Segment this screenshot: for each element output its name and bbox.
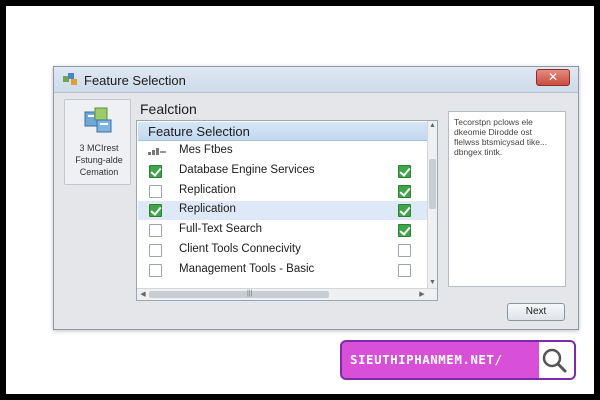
feature-label: Management Tools - Basic	[179, 263, 315, 275]
scroll-right-icon[interactable]: ▶	[417, 289, 427, 300]
vertical-scrollbar[interactable]: ▲ ▼	[427, 121, 437, 288]
feature-status-checkbox[interactable]	[398, 244, 411, 257]
small-bars-icon	[148, 148, 166, 155]
server-setup-icon	[84, 107, 112, 133]
feature-status-checkbox[interactable]	[398, 264, 411, 277]
list-item[interactable]: Replication	[138, 182, 428, 201]
close-button[interactable]: ✕	[536, 69, 570, 86]
watermark-text: SIEUTHIPHANMEM.NET/	[350, 352, 503, 367]
list-item[interactable]: Management Tools - Basic	[138, 261, 428, 280]
feature-checkbox[interactable]	[149, 165, 162, 178]
feature-checkbox[interactable]	[149, 264, 162, 277]
panel-caption: 3 MCIrest Fstung-alde Cemation	[75, 143, 123, 177]
feature-label: Database Engine Services	[179, 164, 315, 176]
sql-server-panel: 3 MCIrest Fstung-alde Cemation	[64, 99, 131, 185]
list-item[interactable]: Database Engine Services	[138, 162, 428, 181]
feature-status-checkbox[interactable]	[398, 165, 411, 178]
feature-label: Replication	[179, 203, 236, 215]
scroll-up-icon[interactable]: ▲	[428, 121, 437, 131]
feature-checkbox[interactable]	[149, 185, 162, 198]
scrollbar-thumb[interactable]	[149, 291, 329, 298]
feature-description: Tecorstpn pclows ele dkeomie Dirodde ost…	[454, 117, 548, 157]
section-title: Fealction	[140, 101, 197, 117]
feature-checkbox[interactable]	[149, 204, 162, 217]
scrollbar-thumb[interactable]	[429, 159, 436, 209]
feature-selection-dialog: Feature Selection ✕ 3 MCIrest Fstung-ald…	[53, 66, 579, 330]
feature-status-checkbox[interactable]	[398, 185, 411, 198]
feature-checkbox[interactable]	[149, 224, 162, 237]
feature-label: Full-Text Search	[179, 223, 263, 235]
feature-label: Mes Ftbes	[179, 144, 233, 156]
description-panel: Tecorstpn pclows ele dkeomie Dirodde ost…	[448, 111, 566, 287]
scroll-down-icon[interactable]: ▼	[428, 278, 437, 288]
feature-label: Replication	[179, 184, 236, 196]
feature-status-checkbox[interactable]	[398, 224, 411, 237]
grip-icon: |||	[247, 290, 253, 297]
horizontal-scrollbar[interactable]: ◀ ||| ▶	[137, 288, 437, 300]
list-item-selected[interactable]: Replication	[138, 201, 428, 220]
list-item[interactable]: Mes Ftbes	[138, 142, 428, 161]
list-item[interactable]: Client Tools Connecivity	[138, 241, 428, 260]
feature-checkbox[interactable]	[149, 244, 162, 257]
search-icon	[542, 348, 567, 373]
screenshot-frame: Feature Selection ✕ 3 MCIrest Fstung-ald…	[6, 6, 594, 394]
scroll-left-icon[interactable]: ◀	[138, 289, 148, 300]
feature-label: Client Tools Connecivity	[179, 243, 301, 255]
window-title: Feature Selection	[84, 73, 186, 88]
title-bar: Feature Selection ✕	[54, 67, 578, 93]
list-item[interactable]: Full-Text Search	[138, 221, 428, 240]
feature-list-header: Feature Selection	[138, 122, 428, 141]
watermark-banner: SIEUTHIPHANMEM.NET/	[340, 340, 576, 380]
feature-list: Feature Selection Mes Ftbes Database Eng…	[136, 120, 438, 301]
next-button[interactable]: Next	[507, 303, 565, 321]
setup-app-icon	[63, 73, 77, 85]
feature-status-checkbox[interactable]	[398, 204, 411, 217]
